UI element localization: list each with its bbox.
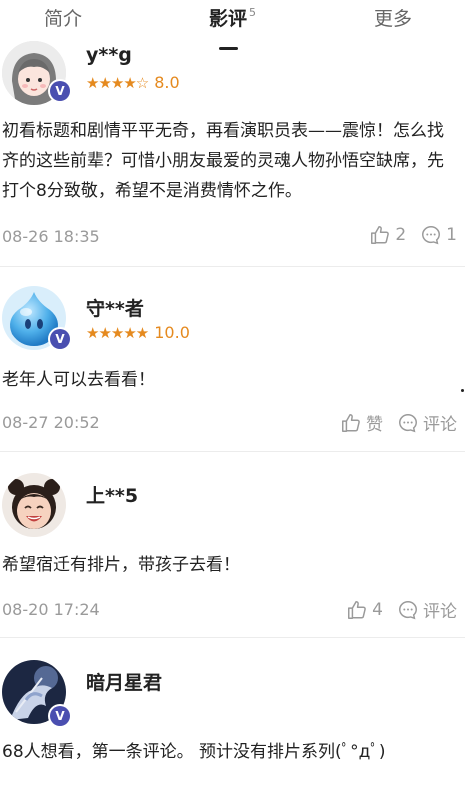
tab-intro[interactable]: 简介 — [44, 4, 82, 31]
like-count: 2 — [395, 225, 407, 245]
tab-more[interactable]: 更多 — [374, 4, 412, 31]
review-content[interactable]: 初看标题和剧情平平无奇，再看演职员表——震惊！怎么找齐的这些前辈？可惜小朋友最爱… — [2, 116, 457, 206]
stray-dot — [461, 389, 464, 392]
thumbs-up-icon — [342, 413, 360, 432]
like-button[interactable]: 赞 — [340, 410, 383, 435]
like-button[interactable]: 2 — [369, 224, 406, 246]
review-actions: 4 评论 — [332, 597, 457, 622]
reviewer-name[interactable]: 上**5 — [86, 481, 138, 508]
comment-icon — [399, 413, 417, 432]
rating-score: 8.0 — [154, 73, 180, 92]
tab-bar: 简介 影评 5 更多 — [0, 0, 465, 44]
comment-button[interactable]: 1 — [420, 224, 457, 246]
tab-more-label: 更多 — [374, 8, 413, 30]
comment-count: 1 — [446, 225, 457, 245]
reviewer-name[interactable]: 守**者 — [86, 294, 144, 321]
rating-score: 10.0 — [154, 323, 190, 342]
rating-stars: ★★★★☆ — [86, 73, 149, 92]
like-button[interactable]: 4 — [346, 599, 383, 621]
rating-stars: ★★★★★ — [86, 323, 149, 342]
review-content[interactable]: 老年人可以去看看！ — [2, 365, 457, 395]
vip-badge-icon: V — [48, 704, 72, 728]
review-actions: 2 1 — [355, 224, 457, 246]
review-date: 08-20 17:24 — [2, 600, 100, 619]
active-tab-indicator — [219, 47, 238, 50]
divider — [0, 637, 465, 638]
tab-reviews-label: 影评 — [209, 8, 248, 30]
comment-label: 评论 — [423, 415, 457, 435]
like-label: 赞 — [366, 415, 383, 435]
review-date: 08-27 20:52 — [2, 413, 100, 432]
comment-button[interactable]: 评论 — [397, 410, 457, 435]
review-content[interactable]: 希望宿迁有排片，带孩子去看！ — [2, 550, 457, 580]
like-count: 4 — [372, 599, 383, 620]
vip-badge-icon: V — [48, 79, 72, 103]
review-content[interactable]: 68人想看，第一条评论。 预计没有排片系列(ﾟ°дﾟ) — [2, 737, 457, 767]
comment-label: 评论 — [423, 602, 457, 622]
thumbs-up-icon — [348, 600, 367, 619]
comment-icon — [399, 600, 417, 619]
review-date: 08-26 18:35 — [2, 227, 100, 246]
rating: ★★★★☆ 8.0 — [86, 73, 180, 92]
review-actions: 赞 评论 — [326, 410, 457, 435]
avatar-child-photo — [2, 473, 66, 537]
divider — [0, 266, 465, 267]
vip-badge-icon: V — [48, 327, 72, 351]
tab-reviews[interactable]: 影评 5 — [209, 4, 256, 31]
rating: ★★★★★ 10.0 — [86, 323, 190, 342]
comment-icon — [422, 226, 441, 245]
divider — [0, 451, 465, 452]
comment-button[interactable]: 评论 — [397, 597, 457, 622]
reviewer-name[interactable]: 暗月星君 — [86, 668, 162, 695]
tab-intro-label: 简介 — [44, 8, 83, 30]
thumbs-up-icon — [371, 226, 390, 244]
avatar[interactable] — [2, 473, 66, 537]
tab-reviews-count: 5 — [249, 6, 257, 19]
reviewer-name[interactable]: y**g — [86, 44, 132, 66]
